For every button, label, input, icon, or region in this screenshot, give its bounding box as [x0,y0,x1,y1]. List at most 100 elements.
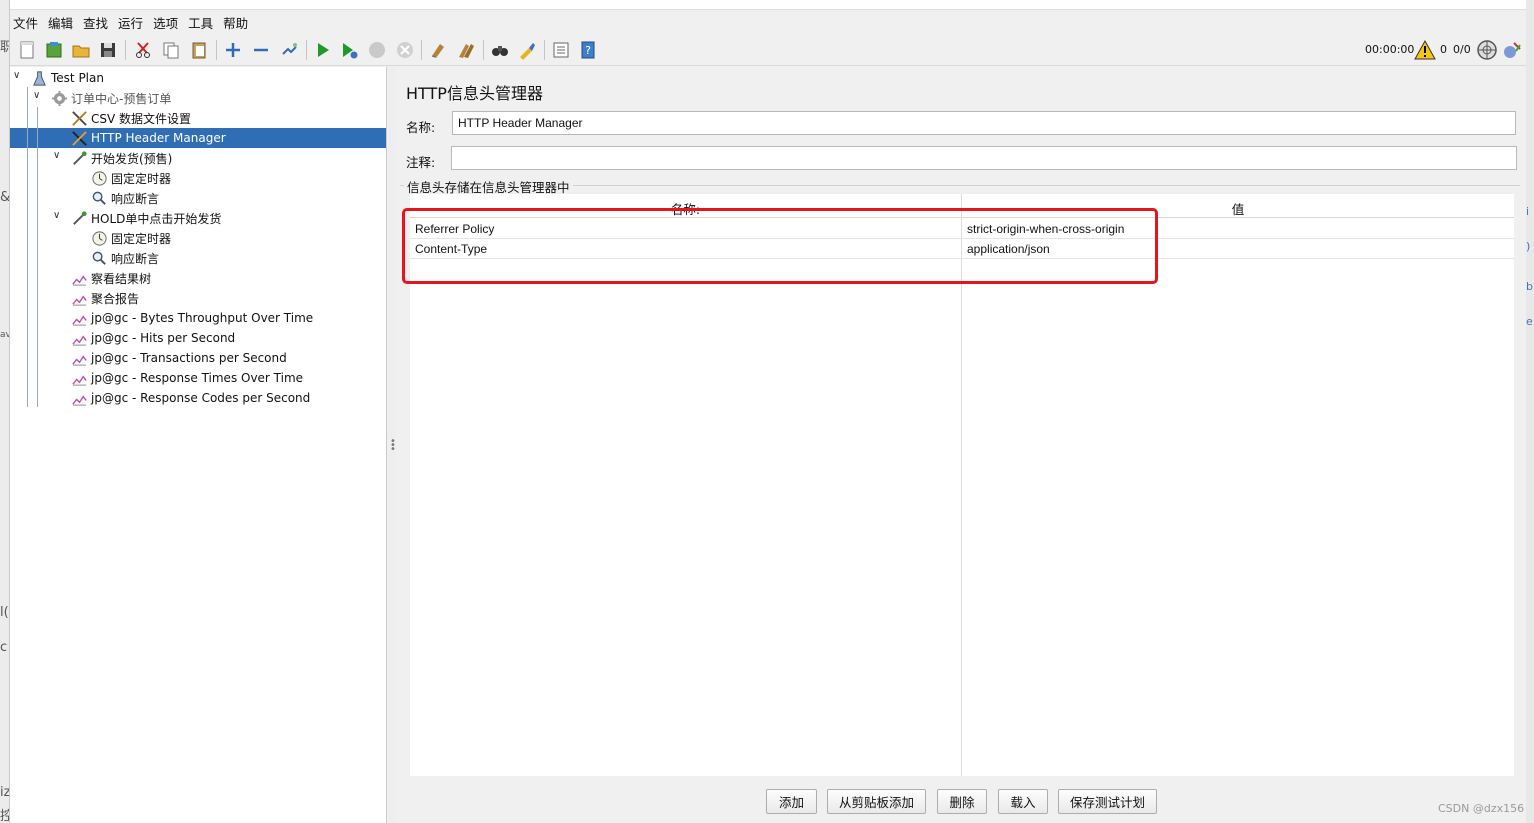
reset-search-icon[interactable] [516,39,538,61]
running-status-icon [1476,39,1498,64]
toolbar-separator [421,40,422,60]
tree-item-constant-timer[interactable]: 固定定时器 [90,228,171,248]
chevron-down-icon[interactable]: ∨ [13,70,20,81]
toolbar-separator [125,40,126,60]
chevron-down-icon[interactable]: ∨ [33,90,40,101]
chevron-down-icon[interactable]: ∨ [53,150,60,161]
menu-bar: 文件 编辑 查找 运行 选项 工具 帮助 [10,11,1526,33]
menu-search[interactable]: 查找 [83,13,108,32]
tree-item-aggregate-report[interactable]: 聚合报告 [70,288,139,308]
chart-icon [70,349,88,367]
elapsed-time: 00:00:00 [1365,43,1415,56]
clear-all-icon[interactable] [455,39,477,61]
menu-help[interactable]: 帮助 [223,13,248,32]
cut-icon[interactable] [132,39,154,61]
save-icon[interactable] [97,39,119,61]
menu-tools[interactable]: 工具 [188,13,213,32]
toolbar-separator [216,40,217,60]
warning-count: 0 [1440,43,1447,56]
panel-splitter[interactable]: • • • [388,67,396,823]
save-test-plan-button[interactable]: 保存测试计划 [1058,789,1157,814]
menu-file[interactable]: 文件 [13,13,38,32]
magnifier-icon [90,189,108,207]
tree-item-csv-config[interactable]: CSV 数据文件设置 [70,108,191,128]
tree-item-response-assertion[interactable]: 响应断言 [90,248,159,268]
comment-label: 注释: [406,155,436,170]
open-icon[interactable] [70,39,92,61]
page-title: HTTP信息头管理器 [406,84,543,103]
tree-item-bytes-throughput[interactable]: jp@gc - Bytes Throughput Over Time [70,308,313,328]
toolbar-separator [544,40,545,60]
chart-icon [70,329,88,347]
svg-text:?: ? [585,44,591,57]
name-field[interactable]: HTTP Header Manager [452,111,1516,135]
chart-icon [70,389,88,407]
clear-icon[interactable] [427,39,449,61]
window-title-strip [10,0,1526,10]
clock-icon [90,169,108,187]
http-header-manager-panel: HTTP信息头管理器 名称: HTTP Header Manager 注释: 信… [396,67,1526,823]
tree-guide-line [37,107,38,407]
templates-icon[interactable] [43,39,65,61]
comment-field[interactable] [451,146,1517,170]
search-icon[interactable] [489,39,511,61]
toolbar: ? 00:00:00 0 0/0 [10,34,1526,66]
paste-icon[interactable] [188,39,210,61]
load-button[interactable]: 载入 [998,789,1048,814]
shutdown-icon[interactable] [394,39,416,61]
tree-item-transactions-per-second[interactable]: jp@gc - Transactions per Second [70,348,287,368]
new-icon[interactable] [16,39,38,61]
test-plan-tree: ∨ Test Plan ∨ 订单中心-预售订单 CSV 数据文件设置 HTTP … [10,67,387,823]
tree-item-sampler-hold-start[interactable]: HOLD单中点击开始发货 [70,208,221,228]
name-label: 名称: [406,120,436,135]
clock-icon [90,229,108,247]
highlight-annotation-box [402,208,1158,284]
gear-icon [50,89,68,107]
tree-item-response-codes[interactable]: jp@gc - Response Codes per Second [70,388,310,408]
active-threads: 0/0 [1453,43,1471,56]
tree-item-http-header-manager[interactable]: HTTP Header Manager [70,128,226,148]
chart-icon [70,269,88,287]
add-button[interactable]: 添加 [766,789,817,814]
wrench-icon [70,129,88,147]
start-icon[interactable] [312,39,334,61]
help-icon[interactable]: ? [577,39,599,61]
function-helper-icon[interactable] [550,39,572,61]
collapse-icon[interactable] [250,39,272,61]
tree-item-thread-group[interactable]: 订单中心-预售订单 [50,88,171,108]
remote-icon[interactable] [1502,39,1524,64]
copy-icon[interactable] [160,39,182,61]
tree-item-hits-per-second[interactable]: jp@gc - Hits per Second [70,328,235,348]
delete-button[interactable]: 删除 [937,789,987,814]
add-from-clipboard-button[interactable]: 从剪贴板添加 [827,789,926,814]
tree-item-response-times[interactable]: jp@gc - Response Times Over Time [70,368,303,388]
pipette-icon [70,149,88,167]
background-window-edge-right: i ) b e [1526,0,1534,823]
background-window-edge-left: 职 & av l( c iz 控 [0,0,10,823]
tree-item-response-assertion[interactable]: 响应断言 [90,188,159,208]
watermark: CSDN @dzx156 [1438,802,1525,815]
menu-run[interactable]: 运行 [118,13,143,32]
chart-icon [70,369,88,387]
toggle-icon[interactable] [278,39,300,61]
chart-icon [70,309,88,327]
chevron-down-icon[interactable]: ∨ [53,210,60,221]
chart-icon [70,289,88,307]
start-no-pause-icon[interactable] [338,39,360,61]
menu-edit[interactable]: 编辑 [48,13,73,32]
tree-item-test-plan[interactable]: Test Plan [30,68,104,88]
stop-icon[interactable] [366,39,388,61]
magnifier-icon [90,249,108,267]
toolbar-separator [306,40,307,60]
warning-icon[interactable] [1414,39,1436,63]
tree-item-constant-timer[interactable]: 固定定时器 [90,168,171,188]
toolbar-separator [483,40,484,60]
pipette-icon [70,209,88,227]
flask-icon [30,69,48,87]
expand-icon[interactable] [222,39,244,61]
tree-item-sampler-start-shipping[interactable]: 开始发货(预售) [70,148,172,168]
tree-item-view-results-tree[interactable]: 察看结果树 [70,268,151,288]
menu-options[interactable]: 选项 [153,13,178,32]
tree-guide-line [27,87,28,407]
wrench-icon [70,109,88,127]
